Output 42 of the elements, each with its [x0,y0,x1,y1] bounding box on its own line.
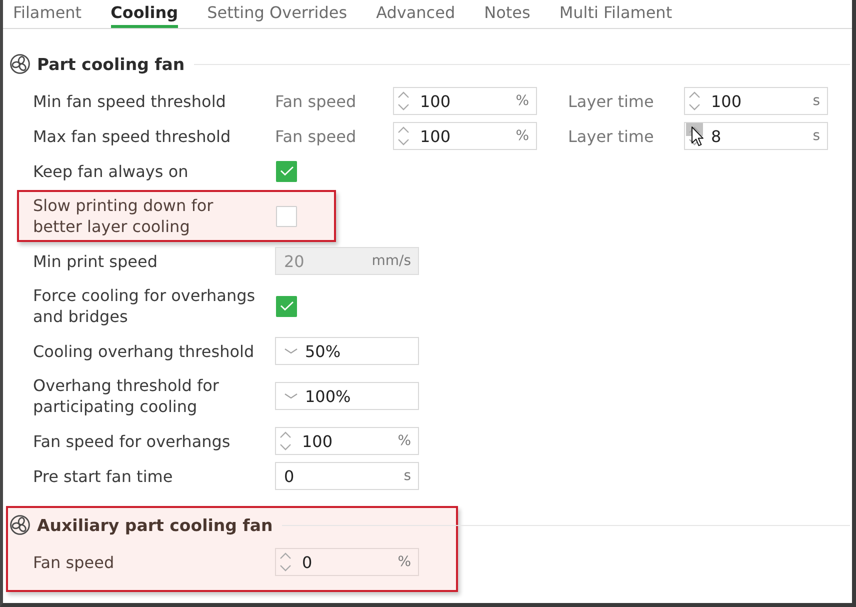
dropdown-field[interactable]: 100% [275,382,419,410]
setting-label: Overhang threshold for participating cooling [33,375,220,418]
number-field[interactable]: 100 % [393,122,537,150]
setting-label: Max fan speed threshold [33,126,232,148]
check-icon [280,301,294,311]
checkbox[interactable] [276,296,297,316]
setting-label: Slow printing down for better layer cooling [33,195,214,238]
fan-icon [10,515,30,535]
number-field[interactable]: 8 s [684,122,828,150]
setting-label: Fan speed for overhangs [33,430,232,452]
setting-label: Min fan speed threshold [33,90,227,112]
setting-label: Force cooling for overhangs and bridges [33,285,256,328]
setting-label: Fan speed [33,552,116,574]
field-caption: Layer time [568,92,655,110]
tab[interactable]: Notes [484,0,530,28]
section-title: Auxiliary part cooling fan [37,516,273,534]
checkbox[interactable] [276,160,297,182]
tab[interactable]: Cooling [110,0,178,28]
tab[interactable]: Multi Filament [559,0,672,28]
fan-icon [10,54,30,74]
number-field[interactable]: 100 % [393,87,537,115]
check-icon [280,166,294,176]
tab[interactable]: Setting Overrides [207,0,348,28]
field-caption: Fan speed [275,92,358,110]
number-field[interactable]: 100 s [684,87,828,115]
setting-label: Min print speed [33,250,158,272]
field-caption: Fan speed [275,126,358,146]
tab[interactable]: Advanced [376,0,456,28]
number-field[interactable]: 0 % [275,548,419,576]
tab[interactable]: Filament [13,0,82,28]
dropdown-field[interactable]: 50% [275,337,419,365]
setting-label: Keep fan always on [33,160,190,182]
setting-label: Cooling overhang threshold [33,340,256,362]
field-caption: Layer time [568,126,655,146]
checkbox[interactable] [276,206,297,226]
setting-label: Pre start fan time [33,466,174,488]
cursor-icon [691,126,704,147]
chevron-down-icon[interactable] [284,393,298,399]
number-field[interactable]: 100 % [275,427,419,455]
chevron-down-icon[interactable] [284,348,298,354]
number-field[interactable]: 0 s [275,462,419,490]
section-title: Part cooling fan [37,54,185,74]
